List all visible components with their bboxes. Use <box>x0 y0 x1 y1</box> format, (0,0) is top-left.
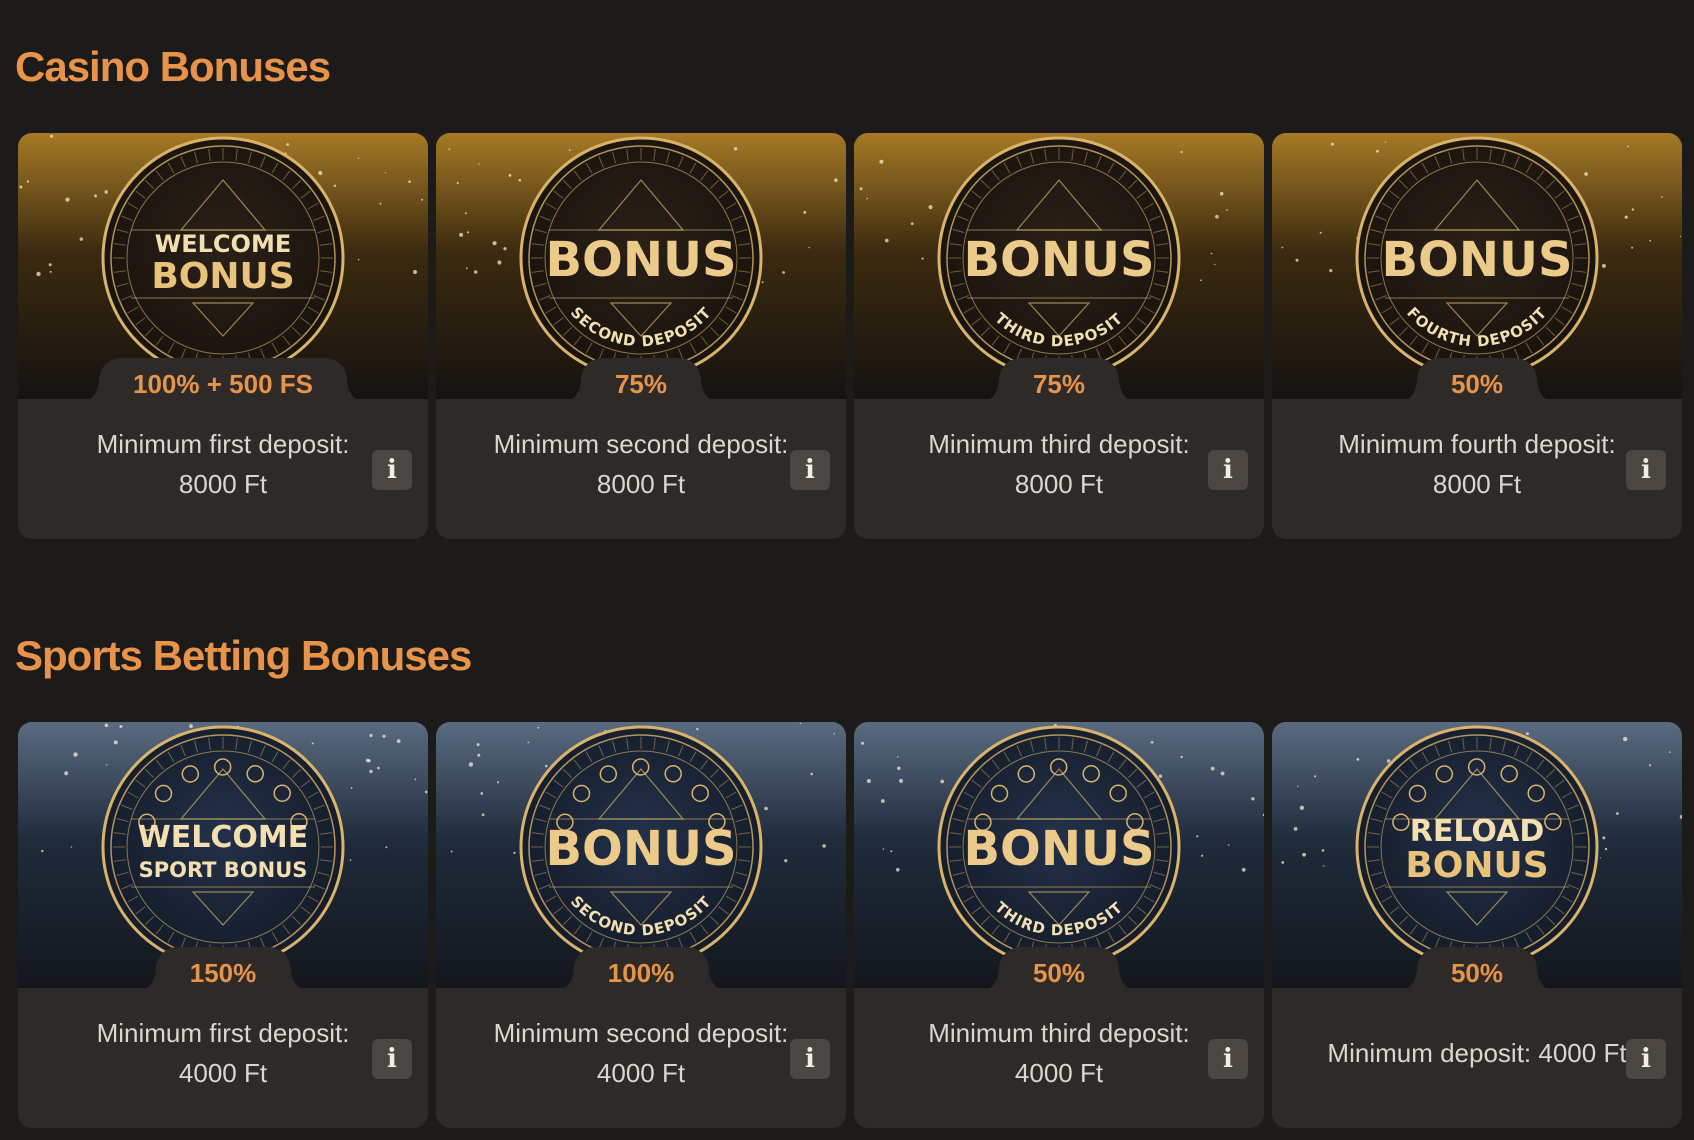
info-button[interactable]: i <box>790 450 830 490</box>
bonus-percent: 150% <box>133 947 312 993</box>
bonus-percent: 50% <box>1394 358 1560 404</box>
badge-top-text: WELCOME <box>155 230 291 258</box>
bonus-description: Minimum fourth deposit: 8000 Ft <box>1338 429 1616 499</box>
bonus-card[interactable]: BONUS SECOND DEPOSIT 100% Minimum second… <box>436 722 846 1128</box>
bonus-card[interactable]: BONUS SECOND DEPOSIT 75% Minimum second … <box>436 133 846 539</box>
badge-top-text: RELOAD <box>1410 814 1544 849</box>
bonus-description: Minimum first deposit: 4000 Ft <box>96 1018 350 1088</box>
bonus-card[interactable]: BONUS THIRD DEPOSIT 75% Minimum third de… <box>854 133 1264 539</box>
bonus-percent: 50% <box>1394 947 1560 993</box>
bonus-percent: 100% <box>551 947 730 993</box>
bonus-card[interactable]: BONUS THIRD DEPOSIT 50% Minimum third de… <box>854 722 1264 1128</box>
bonus-card[interactable]: WELCOME SPORT BONUS 150% Minimum first d… <box>18 722 428 1128</box>
bonus-card[interactable]: WELCOME BONUS 100% + 500 FS Minimum firs… <box>18 133 428 539</box>
bonus-percent: 50% <box>976 947 1142 993</box>
badge-main-text: BONUS <box>1381 232 1572 288</box>
bonus-percent: 100% + 500 FS <box>77 358 369 404</box>
bonus-description: Minimum second deposit: 8000 Ft <box>493 429 789 499</box>
badge-main-text: BONUS <box>1405 845 1548 886</box>
bonus-percent: 75% <box>976 358 1142 404</box>
casino-section-title: Casino Bonuses <box>15 43 331 90</box>
badge-main-text: BONUS <box>963 232 1154 288</box>
info-button[interactable]: i <box>1208 1039 1248 1079</box>
bonus-card[interactable]: BONUS FOURTH DEPOSIT 50% Minimum fourth … <box>1272 133 1682 539</box>
info-button[interactable]: i <box>372 1039 412 1079</box>
bonus-description: Minimum second deposit: 4000 Ft <box>493 1018 789 1088</box>
sports-section-title: Sports Betting Bonuses <box>15 632 472 679</box>
badge-main-text: SPORT BONUS <box>139 858 308 882</box>
bonus-description: Minimum first deposit: 8000 Ft <box>96 429 350 499</box>
badge-main-text: BONUS <box>545 821 736 877</box>
bonus-card[interactable]: RELOAD BONUS 50% Minimum deposit: 4000 F… <box>1272 722 1682 1128</box>
info-button[interactable]: i <box>372 450 412 490</box>
bonus-description: Minimum third deposit: 8000 Ft <box>928 429 1190 499</box>
badge-main-text: BONUS <box>963 821 1154 877</box>
badge-main-text: BONUS <box>545 232 736 288</box>
bonus-description: Minimum third deposit: 4000 Ft <box>928 1018 1190 1088</box>
info-button[interactable]: i <box>1626 450 1666 490</box>
badge-top-text: WELCOME <box>138 820 309 855</box>
bonus-percent: 75% <box>558 358 724 404</box>
info-button[interactable]: i <box>790 1039 830 1079</box>
bonus-description: Minimum deposit: 4000 Ft <box>1327 1038 1627 1068</box>
info-button[interactable]: i <box>1626 1039 1666 1079</box>
sports-bonus-grid: WELCOME SPORT BONUS 150% Minimum first d… <box>18 722 1682 1128</box>
badge-main-text: BONUS <box>151 256 294 297</box>
casino-bonus-grid: WELCOME BONUS 100% + 500 FS Minimum firs… <box>18 133 1682 539</box>
info-button[interactable]: i <box>1208 450 1248 490</box>
